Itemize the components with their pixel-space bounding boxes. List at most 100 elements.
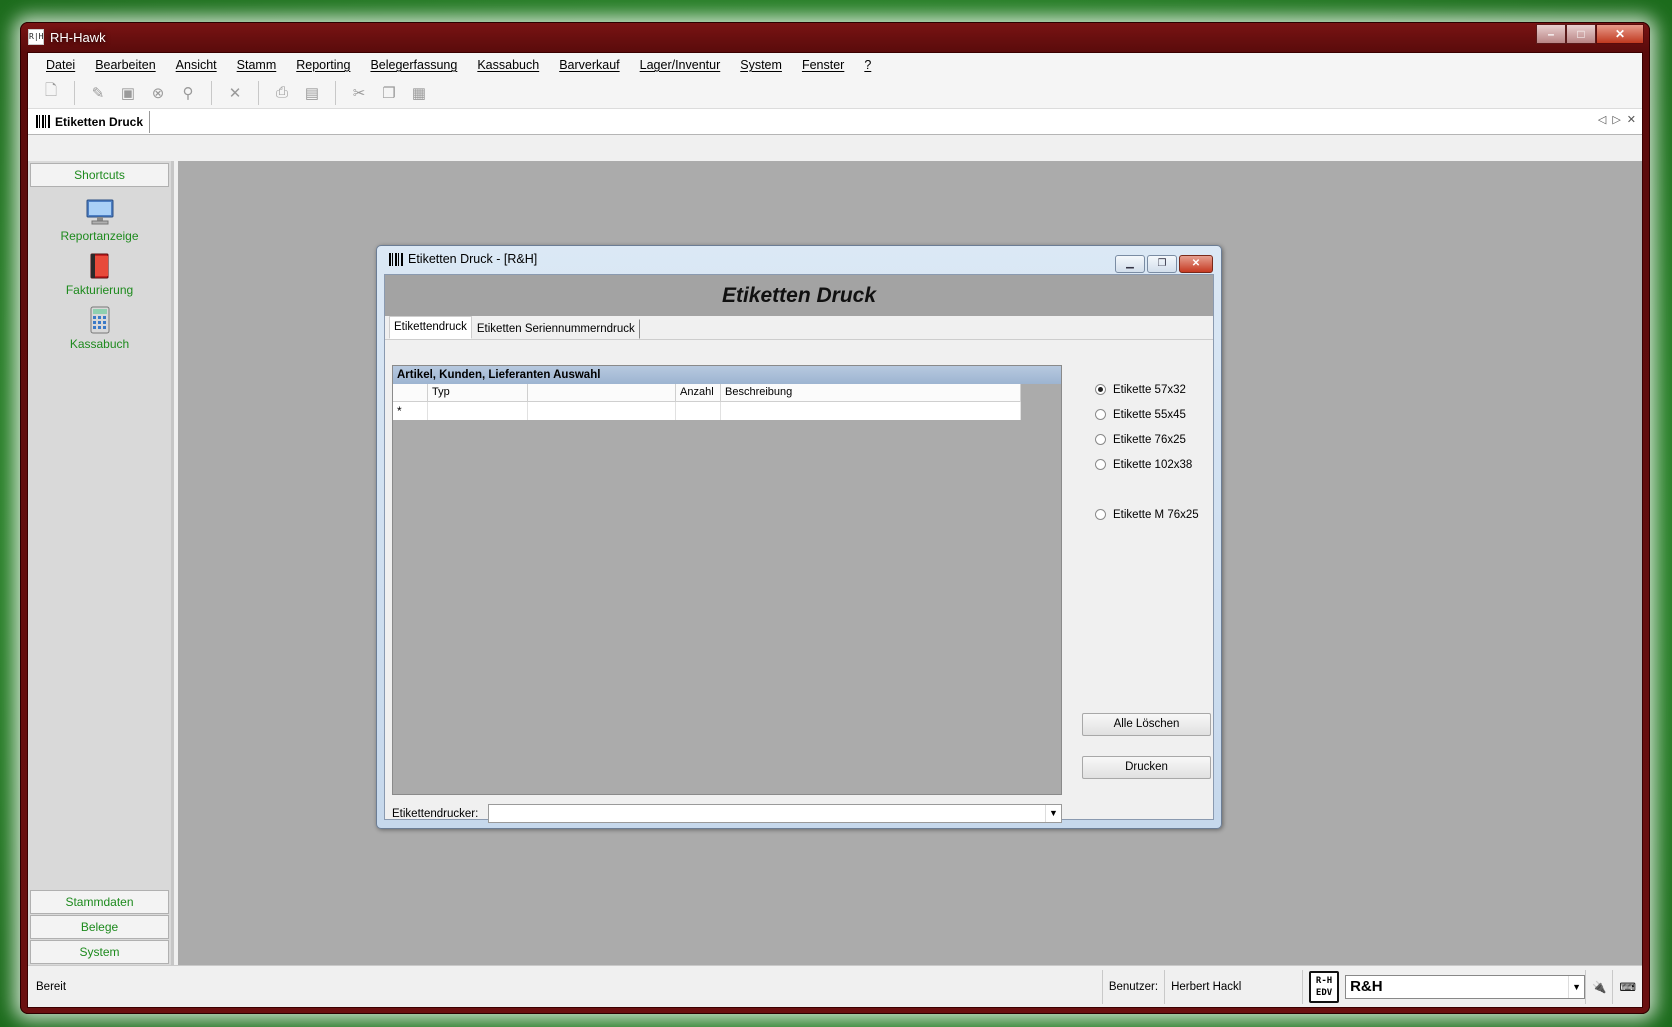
print-preview-icon[interactable]: ▤ <box>301 82 323 104</box>
grid-cell[interactable] <box>528 402 676 420</box>
radio-button[interactable] <box>1095 509 1106 520</box>
keyboard-icon[interactable]: ⌨ <box>1612 969 1642 1004</box>
search-icon[interactable]: ⚲ <box>177 82 199 104</box>
grid-header-empty[interactable] <box>528 384 676 402</box>
user-name: Herbert Hackl <box>1164 969 1302 1004</box>
menu-reporting[interactable]: Reporting <box>286 58 360 72</box>
tab-etiketten-seriennummerndruck[interactable]: Etiketten Seriennummerndruck <box>472 319 640 339</box>
toolbar-separator <box>258 80 259 105</box>
company-logo-cell: R-H EDV <box>1302 969 1345 1004</box>
minimize-button[interactable]: – <box>1536 24 1566 44</box>
close-button[interactable]: ✕ <box>1596 24 1644 44</box>
shortcut-label: Kassabuch <box>69 337 130 351</box>
menu-help[interactable]: ? <box>854 58 881 72</box>
label-format-options: Etikette 57x32 Etikette 55x45 Etikette 7… <box>1095 377 1199 527</box>
menu-stamm[interactable]: Stamm <box>227 58 287 72</box>
menu-ansicht[interactable]: Ansicht <box>166 58 227 72</box>
alle-loeschen-button[interactable]: Alle Löschen <box>1082 713 1211 736</box>
toolbar-separator <box>335 80 336 105</box>
grid-header-typ[interactable]: Typ <box>428 384 528 402</box>
document-tab-etiketten-druck[interactable]: Etiketten Druck <box>28 110 151 133</box>
grid-caption: Artikel, Kunden, Lieferanten Auswahl <box>393 366 1061 384</box>
edit-icon[interactable]: ✎ <box>87 82 109 104</box>
sidebar-group-system[interactable]: System <box>30 940 169 964</box>
barcode-icon <box>389 252 403 266</box>
copy-icon[interactable]: ❐ <box>378 82 400 104</box>
menu-lager-inventur[interactable]: Lager/Inventur <box>630 58 731 72</box>
radio-etikette-57x32[interactable]: Etikette 57x32 <box>1095 377 1199 402</box>
radio-button[interactable] <box>1095 409 1106 420</box>
chevron-down-icon[interactable]: ▼ <box>1045 805 1061 822</box>
cancel-icon[interactable]: ⊗ <box>147 82 169 104</box>
radio-etikette-102x38[interactable]: Etikette 102x38 <box>1095 452 1199 477</box>
shortcut-reportanzeige[interactable]: Reportanzeige <box>28 197 171 243</box>
company-select-value: R&H <box>1350 978 1383 995</box>
grid-new-row[interactable]: * <box>393 402 1061 420</box>
statusbar: Bereit Benutzer: Herbert Hackl R-H EDV R… <box>28 965 1642 1007</box>
sidebar-group-belege[interactable]: Belege <box>30 915 169 939</box>
company-select[interactable]: R&H ▼ <box>1345 974 1586 999</box>
app-title: RH-Hawk <box>50 29 106 45</box>
book-icon <box>90 253 108 279</box>
etiketten-druck-window: Etiketten Druck - [R&H] ▁ ❐ ✕ Etiketten … <box>376 245 1222 829</box>
tab-etikettendruck[interactable]: Etikettendruck <box>389 316 472 339</box>
menu-fenster[interactable]: Fenster <box>792 58 854 72</box>
grid-cell[interactable] <box>676 402 721 420</box>
child-minimize-button[interactable]: ▁ <box>1115 255 1145 273</box>
app-titlebar[interactable]: R|H RH-Hawk – □ ✕ <box>20 22 1650 52</box>
tab-close-icon[interactable]: ✕ <box>1627 113 1636 126</box>
menu-barverkauf[interactable]: Barverkauf <box>549 58 629 72</box>
child-window-title: Etiketten Druck - [R&H] <box>408 252 538 266</box>
shortcut-kassabuch[interactable]: Kassabuch <box>28 305 171 351</box>
radio-label: Etikette 102x38 <box>1113 458 1193 471</box>
grid-header: Typ Anzahl Beschreibung <box>393 384 1061 402</box>
grid-header-beschreibung[interactable]: Beschreibung <box>721 384 1021 402</box>
sidebar-group-stammdaten[interactable]: Stammdaten <box>30 890 169 914</box>
radio-etikette-m-76x25[interactable]: Etikette M 76x25 <box>1095 502 1199 527</box>
form-header: Etiketten Druck <box>385 275 1213 316</box>
cut-icon[interactable]: ✂ <box>348 82 370 104</box>
sidebar-groups: Stammdaten Belege System <box>28 890 171 965</box>
child-maximize-button[interactable]: ❐ <box>1147 255 1177 273</box>
toolbar: 🗋 ✎ ▣ ⊗ ⚲ ✕ ⎙ ▤ ✂ ❐ ▦ <box>28 77 1642 109</box>
tab-scroll-right-icon[interactable]: ▷ <box>1612 113 1620 126</box>
print-icon[interactable]: ⎙ <box>271 82 293 104</box>
radio-label: Etikette 55x45 <box>1113 408 1186 421</box>
radio-button[interactable] <box>1095 459 1106 470</box>
connection-icon[interactable]: 🔌 <box>1585 969 1612 1004</box>
menu-datei[interactable]: Datei <box>36 58 85 72</box>
new-row-marker: * <box>393 402 428 420</box>
child-titlebar[interactable]: Etiketten Druck - [R&H] <box>377 246 1221 272</box>
grid-header-anzahl[interactable]: Anzahl <box>676 384 721 402</box>
sidebar-header-shortcuts[interactable]: Shortcuts <box>30 163 169 187</box>
paste-icon[interactable]: ▦ <box>408 82 430 104</box>
window-controls: – □ ✕ <box>1536 24 1644 44</box>
maximize-button[interactable]: □ <box>1566 24 1596 44</box>
shortcut-label: Reportanzeige <box>60 229 139 243</box>
radio-label: Etikette M 76x25 <box>1113 508 1199 521</box>
save-icon[interactable]: ▣ <box>117 82 139 104</box>
menu-belegerfassung[interactable]: Belegerfassung <box>360 58 467 72</box>
drucken-button[interactable]: Drucken <box>1082 756 1211 779</box>
printer-select[interactable]: ▼ <box>488 804 1062 823</box>
radio-etikette-55x45[interactable]: Etikette 55x45 <box>1095 402 1199 427</box>
app-icon: R|H <box>28 29 44 45</box>
status-text: Bereit <box>36 980 67 993</box>
tab-scroll-left-icon[interactable]: ◁ <box>1598 113 1606 126</box>
new-doc-icon[interactable]: 🗋 <box>40 82 62 104</box>
child-close-button[interactable]: ✕ <box>1179 255 1213 273</box>
document-tab-strip: Etiketten Druck ◁ ▷ ✕ <box>28 109 1642 135</box>
radio-button[interactable] <box>1095 384 1106 395</box>
menu-system[interactable]: System <box>730 58 792 72</box>
shortcut-fakturierung[interactable]: Fakturierung <box>28 251 171 297</box>
radio-button[interactable] <box>1095 434 1106 445</box>
selection-grid: Artikel, Kunden, Lieferanten Auswahl Typ… <box>392 365 1062 795</box>
menu-kassabuch[interactable]: Kassabuch <box>467 58 549 72</box>
company-logo: R-H EDV <box>1309 970 1340 1003</box>
grid-cell[interactable] <box>428 402 528 420</box>
delete-icon[interactable]: ✕ <box>224 82 246 104</box>
menu-bearbeiten[interactable]: Bearbeiten <box>85 58 165 72</box>
radio-etikette-76x25[interactable]: Etikette 76x25 <box>1095 427 1199 452</box>
grid-cell[interactable] <box>721 402 1021 420</box>
chevron-down-icon[interactable]: ▼ <box>1568 975 1584 998</box>
